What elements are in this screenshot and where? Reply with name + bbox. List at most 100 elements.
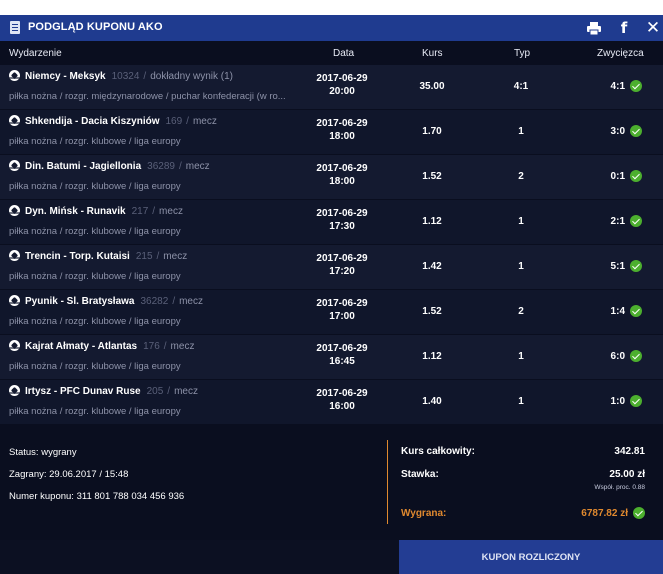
- event-type: 1: [518, 396, 524, 407]
- event-type: 1: [518, 351, 524, 362]
- event-date: 2017-06-29 16:45: [300, 342, 384, 368]
- match-name[interactable]: Niemcy - Meksyk: [25, 71, 106, 82]
- event-id: 169: [165, 116, 183, 127]
- column-odds: Kurs: [422, 48, 443, 59]
- event-date: 2017-06-29 17:20: [300, 252, 384, 278]
- date-value: 2017-06-29: [316, 253, 368, 264]
- table-row: Pyunik - Sl. Bratysława 36282/mecz piłka …: [0, 290, 663, 335]
- time-value: 17:00: [329, 311, 355, 322]
- table-row: Niemcy - Meksyk 10324/dokładny wynik (1) …: [0, 65, 663, 110]
- event-id: 176: [143, 341, 160, 352]
- event-id: 217: [131, 206, 149, 217]
- date-value: 2017-06-29: [316, 163, 368, 174]
- event-odds: 35.00: [419, 81, 445, 92]
- match-name[interactable]: Shkendija - Dacia Kiszyniów: [25, 116, 159, 127]
- event-id: 205: [146, 386, 164, 397]
- market: dokładny wynik (1): [150, 71, 234, 82]
- separator: /: [152, 206, 156, 217]
- match-name[interactable]: Trencin - Torp. Kutaisi: [25, 251, 130, 262]
- separator: /: [186, 116, 189, 127]
- check-icon: [630, 395, 642, 407]
- event-title: Dyn. Mińsk - Runavik 217/mecz: [25, 206, 183, 217]
- event-winner: 3:0: [610, 126, 625, 137]
- match-name[interactable]: Irtysz - PFC Dunav Ruse: [25, 386, 141, 397]
- event-title: Niemcy - Meksyk 10324/dokładny wynik (1): [25, 71, 233, 82]
- football-icon: [9, 250, 20, 261]
- time-value: 20:00: [329, 86, 355, 97]
- table-row: Irtysz - PFC Dunav Ruse 205/mecz piłka no…: [0, 380, 663, 425]
- table-row: Trencin - Torp. Kutaisi 215/mecz piłka no…: [0, 245, 663, 290]
- event-type: 1: [518, 216, 524, 227]
- event-category: piłka nożna / rozgr. międzynarodowe / pu…: [9, 91, 286, 102]
- separator: /: [167, 386, 171, 397]
- separator: /: [156, 251, 160, 262]
- event-category: piłka nożna / rozgr. klubowe / liga euro…: [9, 361, 181, 372]
- coupon-settled-button[interactable]: KUPON ROZLICZONY: [399, 540, 663, 574]
- total-odds-label: Kurs całkowity:: [401, 446, 475, 457]
- check-icon: [630, 305, 642, 317]
- time-value: 17:20: [329, 266, 355, 277]
- time-value: 17:30: [329, 221, 355, 232]
- match-name[interactable]: Pyunik - Sl. Bratysława: [25, 296, 135, 307]
- date-value: 2017-06-29: [316, 388, 368, 399]
- event-title: Shkendija - Dacia Kiszyniów 169/mecz: [25, 116, 217, 127]
- event-category: piłka nożna / rozgr. klubowe / liga euro…: [9, 181, 181, 192]
- event-winner: 2:1: [610, 216, 625, 227]
- coupon-placed-at: Zagrany: 29.06.2017 / 15:48: [9, 469, 129, 480]
- winnings-label: Wygrana:: [401, 508, 447, 519]
- coupon-preview-modal: PODGLĄD KUPONU AKO f ✕ Wydarzenie Data K…: [0, 15, 663, 574]
- event-date: 2017-06-29 16:00: [300, 387, 384, 413]
- date-value: 2017-06-29: [316, 343, 368, 354]
- stake-label: Stawka:: [401, 469, 439, 480]
- event-winner: 5:1: [610, 261, 625, 272]
- football-icon: [9, 295, 20, 306]
- coupon-summary: Status: wygrany Zagrany: 29.06.2017 / 15…: [0, 426, 663, 538]
- event-type: 1: [518, 261, 524, 272]
- event-id: 215: [135, 251, 153, 262]
- time-value: 18:00: [329, 176, 355, 187]
- stake-value: 25.00 zł: [609, 469, 645, 480]
- separator: /: [172, 296, 176, 307]
- event-winner: 0:1: [610, 171, 625, 182]
- separator: /: [163, 341, 167, 352]
- table-row: Dyn. Mińsk - Runavik 217/mecz piłka nożna…: [0, 200, 663, 245]
- column-date: Data: [333, 48, 355, 59]
- check-icon: [630, 260, 642, 272]
- check-icon: [630, 350, 642, 362]
- event-category: piłka nożna / rozgr. klubowe / liga euro…: [9, 226, 181, 237]
- facebook-icon[interactable]: f: [617, 17, 631, 39]
- event-id: 36289: [147, 161, 175, 172]
- time-value: 16:45: [329, 356, 355, 367]
- table-row: Kajrat Ałmaty - Atlantas 176/mecz piłka n…: [0, 335, 663, 380]
- event-winner: 1:4: [610, 306, 625, 317]
- check-icon: [630, 215, 642, 227]
- event-title: Irtysz - PFC Dunav Ruse 205/mecz: [25, 386, 198, 397]
- market: mecz: [159, 206, 183, 217]
- event-odds: 1.42: [422, 261, 442, 272]
- column-winner: Zwycięzca: [597, 48, 644, 59]
- match-name[interactable]: Din. Batumi - Jagiellonia: [25, 161, 141, 172]
- coupon-number: Numer kuponu: 311 801 788 034 456 936: [9, 491, 185, 502]
- event-category: piłka nożna / rozgr. klubowe / liga euro…: [9, 406, 181, 417]
- football-icon: [9, 205, 20, 216]
- football-icon: [9, 160, 20, 171]
- event-odds: 1.40: [422, 396, 442, 407]
- market: mecz: [179, 296, 203, 307]
- event-date: 2017-06-29 17:00: [300, 297, 384, 323]
- table-row: Din. Batumi - Jagiellonia 36289/mecz piłk…: [0, 155, 663, 200]
- event-category: piłka nożna / rozgr. klubowe / liga euro…: [9, 316, 181, 327]
- football-icon: [9, 70, 20, 81]
- separator: /: [143, 71, 147, 82]
- coupon-info: Status: wygrany Zagrany: 29.06.2017 / 15…: [9, 442, 184, 508]
- event-date: 2017-06-29 18:00: [300, 117, 384, 143]
- event-odds: 1.70: [422, 126, 442, 137]
- summary-divider: [387, 440, 388, 524]
- match-name[interactable]: Dyn. Mińsk - Runavik: [25, 206, 126, 217]
- match-name[interactable]: Kajrat Ałmaty - Atlantas: [25, 341, 137, 352]
- close-icon[interactable]: ✕: [645, 17, 661, 39]
- event-type: 4:1: [513, 81, 529, 92]
- winnings-value: 6787.82 zł: [581, 508, 628, 519]
- event-type: 1: [518, 126, 524, 137]
- window-title: PODGLĄD KUPONU AKO: [28, 21, 163, 33]
- print-icon[interactable]: [585, 17, 603, 39]
